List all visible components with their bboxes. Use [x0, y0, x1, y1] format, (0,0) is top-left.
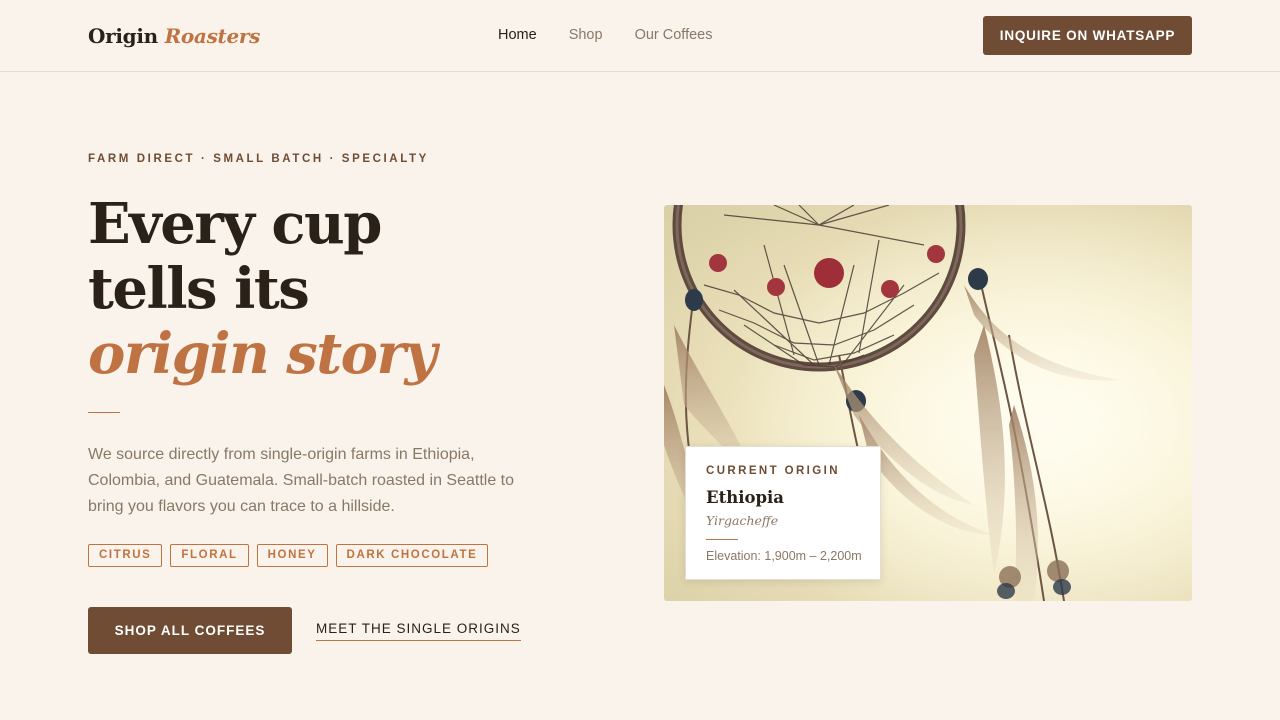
hero-headline: Every cup tells its origin story: [88, 191, 437, 387]
origin-region: Yirgacheffe: [706, 513, 779, 528]
meet-single-origins-link[interactable]: MEET THE SINGLE ORIGINS: [316, 621, 521, 641]
hero-eyebrow: FARM DIRECT · SMALL BATCH · SPECIALTY: [88, 153, 429, 165]
shop-all-coffees-button[interactable]: SHOP ALL COFFEES: [88, 607, 292, 654]
nav-item-our-coffees[interactable]: Our Coffees: [635, 27, 713, 43]
flavor-tag: FLORAL: [170, 544, 249, 567]
brand-name: Origin: [88, 24, 158, 48]
hero-description: We source directly from single-origin fa…: [88, 446, 515, 515]
nav-item-shop[interactable]: Shop: [569, 27, 603, 43]
site-header: Origin Roasters Home Shop Our Coffees IN…: [0, 0, 1280, 72]
headline-line-3: origin story: [88, 321, 437, 387]
headline-line-1: Every cup: [88, 191, 382, 257]
flavor-tags: CITRUS FLORAL HONEY DARK CHOCOLATE: [88, 544, 489, 567]
flavor-tag: DARK CHOCOLATE: [335, 544, 489, 567]
main-nav: Home Shop Our Coffees: [498, 27, 712, 43]
origin-card-label: CURRENT ORIGIN: [706, 465, 840, 477]
flavor-tag: CITRUS: [88, 544, 163, 567]
nav-item-home[interactable]: Home: [498, 27, 537, 43]
origin-card-divider: [706, 539, 738, 540]
current-origin-card: CURRENT ORIGIN Ethiopia Yirgacheffe Elev…: [685, 446, 881, 580]
headline-divider: [88, 412, 120, 413]
headline-line-2: tells its: [88, 256, 310, 322]
brand-name-accent: Roasters: [164, 24, 261, 48]
origin-country: Ethiopia: [706, 488, 784, 507]
origin-elevation: Elevation: 1,900m – 2,200m: [706, 549, 862, 563]
brand-logo[interactable]: Origin Roasters: [88, 24, 260, 48]
inquire-whatsapp-button[interactable]: INQUIRE ON WHATSAPP: [983, 16, 1192, 55]
flavor-tag: HONEY: [256, 544, 328, 567]
